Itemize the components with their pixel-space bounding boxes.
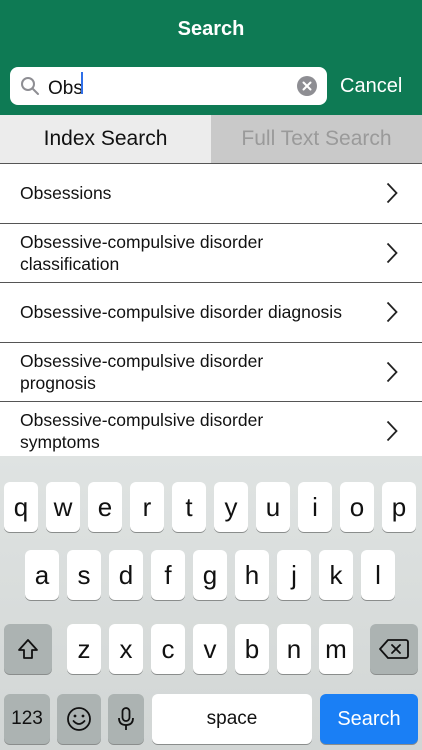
key-w[interactable]: w [46, 482, 80, 532]
search-icon [21, 77, 39, 95]
list-item[interactable]: Obsessive-compulsive disorder diagnosis [0, 282, 422, 342]
chevron-right-icon [386, 302, 398, 323]
search-bar: Obs Cancel [0, 59, 422, 115]
tab-full-text-search[interactable]: Full Text Search [211, 115, 422, 163]
list-item-label: Obsessive-compulsive disorder symptoms [20, 410, 264, 453]
key-p[interactable]: p [382, 482, 416, 532]
list-item[interactable]: Obsessive-compulsive disorder prognosis [0, 341, 422, 401]
results-list: Obsessions Obsessive-compulsive disorder… [0, 163, 422, 461]
key-o[interactable]: o [340, 482, 374, 532]
keyboard: q w e r t y u i o p a s d f g h j k l z … [0, 456, 422, 750]
chevron-right-icon [386, 183, 398, 204]
key-t[interactable]: t [172, 482, 206, 532]
key-a[interactable]: a [25, 550, 59, 600]
key-f[interactable]: f [151, 550, 185, 600]
key-c[interactable]: c [151, 624, 185, 674]
page-title: Search [177, 18, 245, 40]
key-u[interactable]: u [256, 482, 290, 532]
header: Search [0, 0, 422, 59]
delete-key[interactable] [370, 624, 418, 674]
list-item[interactable]: Obsessive-compulsive disorder symptoms [0, 401, 422, 461]
numbers-key[interactable]: 123 [4, 694, 50, 744]
shift-icon [18, 639, 38, 659]
key-x[interactable]: x [109, 624, 143, 674]
key-y[interactable]: y [214, 482, 248, 532]
key-i[interactable]: i [298, 482, 332, 532]
emoji-key[interactable] [57, 694, 101, 744]
search-input[interactable]: Obs [48, 72, 278, 100]
list-item[interactable]: Obsessions [0, 163, 422, 223]
backspace-icon [379, 639, 409, 659]
chevron-right-icon [386, 361, 398, 382]
dictation-key[interactable] [108, 694, 144, 744]
shift-key[interactable] [4, 624, 52, 674]
chevron-right-icon [386, 242, 398, 263]
microphone-icon [118, 707, 134, 730]
text-caret [80, 72, 83, 94]
search-key[interactable]: Search [320, 694, 418, 744]
chevron-right-icon [386, 421, 398, 442]
key-q[interactable]: q [4, 482, 38, 532]
list-item-label: Obsessive-compulsive disorder diagnosis [20, 302, 342, 323]
key-d[interactable]: d [109, 550, 143, 600]
key-s[interactable]: s [67, 550, 101, 600]
key-b[interactable]: b [235, 624, 269, 674]
list-item-label: Obsessions [20, 183, 112, 204]
search-field[interactable]: Obs [10, 67, 327, 105]
tab-index-search[interactable]: Index Search [0, 115, 211, 163]
key-k[interactable]: k [319, 550, 353, 600]
key-n[interactable]: n [277, 624, 311, 674]
key-j[interactable]: j [277, 550, 311, 600]
key-h[interactable]: h [235, 550, 269, 600]
list-item[interactable]: Obsessive-compulsive disorder classifica… [0, 222, 422, 282]
key-z[interactable]: z [67, 624, 101, 674]
key-l[interactable]: l [361, 550, 395, 600]
key-g[interactable]: g [193, 550, 227, 600]
list-item-label: Obsessive-compulsive disorder prognosis [20, 350, 264, 393]
search-mode-tabs: Index Search Full Text Search [0, 115, 422, 163]
list-item-label: Obsessive-compulsive disorder classifica… [20, 231, 264, 274]
space-key[interactable]: space [152, 694, 312, 744]
key-e[interactable]: e [88, 482, 122, 532]
clear-icon[interactable] [297, 76, 317, 96]
key-v[interactable]: v [193, 624, 227, 674]
emoji-icon [67, 707, 91, 731]
cancel-button[interactable]: Cancel [340, 67, 402, 105]
key-r[interactable]: r [130, 482, 164, 532]
key-m[interactable]: m [319, 624, 353, 674]
